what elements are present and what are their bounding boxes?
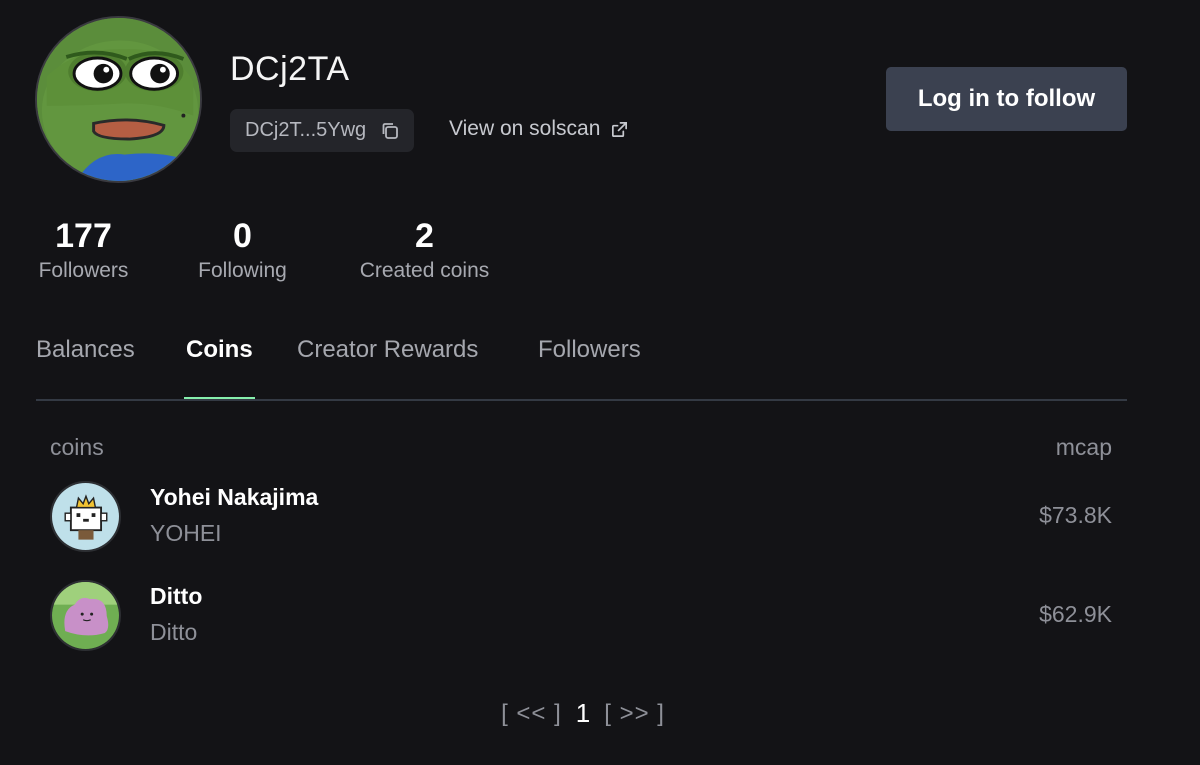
copy-icon (380, 121, 400, 141)
view-on-solscan-link[interactable]: View on solscan (449, 117, 629, 141)
stat-followers[interactable]: 177 Followers (35, 215, 132, 283)
tab-creator-rewards[interactable]: Creator Rewards (297, 333, 478, 400)
tab-coins[interactable]: Coins (184, 333, 255, 400)
coin-row[interactable]: Ditto Ditto $62.9K (50, 579, 1112, 651)
created-coins-count: 2 (415, 217, 434, 255)
profile-page: DCj2TA DCj2T...5Ywg View on solscan Log … (0, 0, 1200, 765)
followers-label: Followers (38, 259, 129, 282)
external-link-icon (610, 120, 629, 139)
coin-image-ditto (50, 580, 121, 651)
following-count: 0 (233, 217, 252, 255)
login-to-follow-button[interactable]: Log in to follow (886, 67, 1127, 131)
pagination-prev-button[interactable]: [ << ] (501, 700, 562, 728)
created-coins-label: Created coins (359, 259, 490, 282)
following-label: Following (198, 259, 287, 282)
column-header-coins: coins (50, 434, 104, 460)
column-header-mcap: mcap (1055, 434, 1112, 460)
coin-ticker: Ditto (150, 619, 198, 645)
profile-avatar (35, 16, 202, 183)
stat-created-coins: 2 Created coins (354, 215, 495, 283)
followers-count: 177 (55, 217, 112, 255)
coin-row[interactable]: Yohei Nakajima YOHEI $73.8K (50, 480, 1112, 552)
coin-name: Ditto (150, 583, 203, 609)
stat-following[interactable]: 0 Following (194, 215, 291, 283)
wallet-address-text: DCj2T...5Ywg (245, 119, 367, 141)
pagination-next-button[interactable]: [ >> ] (604, 700, 665, 728)
tabs-divider (36, 399, 1127, 401)
coin-image-yohei (50, 481, 121, 552)
pepe-avatar-image (37, 18, 200, 181)
coin-ticker: YOHEI (150, 520, 222, 546)
tab-followers[interactable]: Followers (538, 333, 641, 400)
coin-name: Yohei Nakajima (150, 484, 319, 510)
solscan-link-label: View on solscan (449, 117, 601, 140)
wallet-address-copy-button[interactable]: DCj2T...5Ywg (230, 109, 415, 152)
pagination-current-page: 1 (575, 698, 591, 728)
profile-tabs: Balances Coins Creator Rewards Followers (36, 333, 1127, 400)
pagination: [ << ] 1 [ >> ] (0, 698, 1200, 729)
profile-username: DCj2TA (230, 50, 350, 88)
tab-balances[interactable]: Balances (36, 333, 135, 400)
coin-mcap: $62.9K (1039, 601, 1112, 627)
coin-mcap: $73.8K (1039, 502, 1112, 528)
